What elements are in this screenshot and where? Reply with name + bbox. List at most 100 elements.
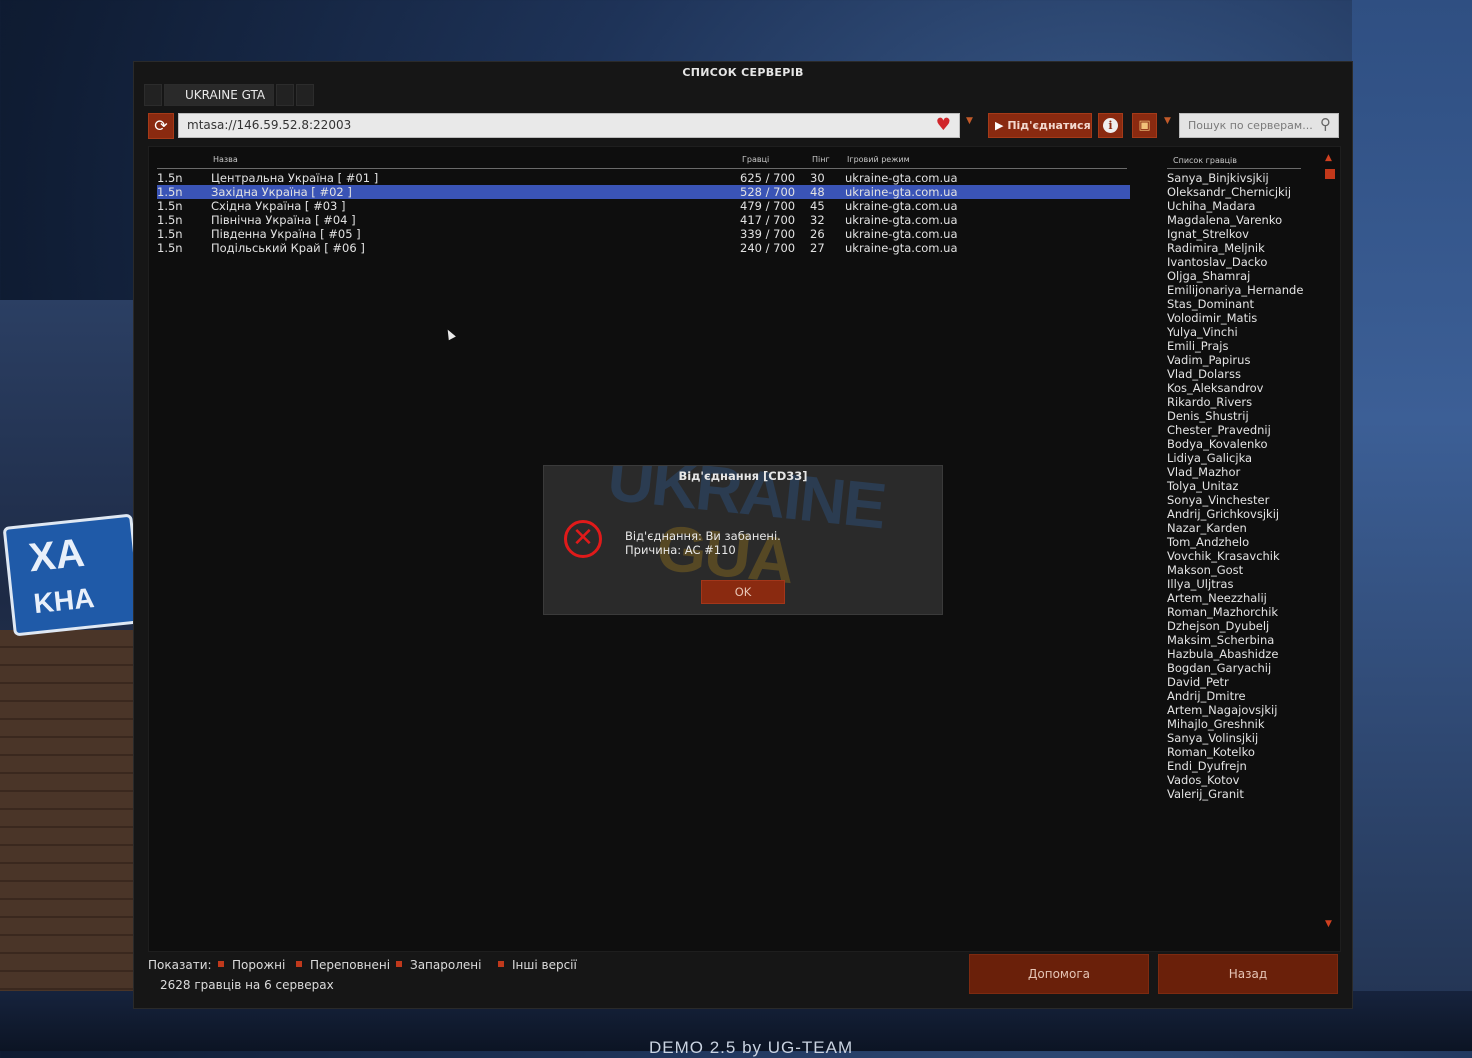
search-icon[interactable]: ⚲ (1320, 116, 1331, 133)
row-version: 1.5n (157, 171, 183, 185)
dialog-title: Від'єднання [CD33] (678, 469, 808, 483)
filter-checkbox-full[interactable] (296, 961, 302, 967)
tab-right-spacer-2[interactable] (296, 84, 315, 106)
row-version: 1.5n (157, 185, 183, 199)
row-ping: 32 (810, 213, 825, 227)
header-divider (157, 168, 1127, 169)
heart-icon[interactable]: ♥ (936, 116, 951, 135)
list-item: Vados_Kotov (1167, 773, 1240, 787)
row-ping: 30 (810, 171, 825, 185)
list-item: Bogdan_Garyachij (1167, 661, 1272, 675)
list-item: Vadim_Papirus (1167, 353, 1251, 367)
column-header-name[interactable]: Назва (213, 155, 238, 164)
list-item: Tom_Andzhelo (1167, 535, 1250, 549)
players-list-header: Список гравців (1173, 156, 1237, 165)
row-players: 528 / 700 (740, 185, 796, 199)
list-item: Magdalena_Varenko (1167, 213, 1283, 227)
dialog-message-line2: Причина: AC #110 (625, 543, 736, 557)
list-item: Andrij_Grichkovsjkij (1167, 507, 1280, 521)
info-button[interactable]: i (1098, 113, 1123, 138)
row-gamemode: ukraine-gta.com.ua (845, 227, 958, 241)
row-ping: 27 (810, 241, 825, 255)
table-row[interactable]: 1.5n Подільський Край [ #06 ] 240 / 700 27 u… (157, 241, 1130, 255)
row-gamemode: ukraine-gta.com.ua (845, 185, 958, 199)
ok-button[interactable]: OK (701, 580, 785, 604)
list-item: Chester_Pravednij (1167, 423, 1271, 437)
table-row[interactable]: 1.5n Східна Україна [ #03 ] 479 / 700 45 ukr… (157, 199, 1130, 213)
list-item: Yulya_Vinchi (1167, 325, 1238, 339)
show-label: Показати: (148, 958, 212, 972)
table-row[interactable]: 1.5n Південна Україна [ #05 ] 339 / 700 26 u… (157, 227, 1130, 241)
filter-locked-label[interactable]: Запаролені (410, 958, 481, 972)
table-row[interactable]: 1.5n Центральна Україна [ #01 ] 625 / 700 3… (157, 171, 1130, 185)
player-count-status: 2628 гравців на 6 серверах (160, 978, 334, 992)
list-item: Dzhejson_Dyubelj (1167, 619, 1270, 633)
tab-ukraine-gta[interactable]: UKRAINE GTA (164, 84, 275, 106)
back-button[interactable]: Назад (1158, 954, 1338, 994)
host-dropdown-arrow-icon[interactable]: ▼ (1164, 116, 1171, 126)
table-row[interactable]: 1.5n Західна Україна [ #02 ] 528 / 700 48 uk… (157, 185, 1130, 199)
column-header-ping[interactable]: Пінг (812, 155, 830, 164)
refresh-icon: ⟳ (154, 116, 168, 135)
row-gamemode: ukraine-gta.com.ua (845, 241, 958, 255)
help-button[interactable]: Допомога (969, 954, 1149, 994)
row-version: 1.5n (157, 199, 183, 213)
list-item: Uchiha_Madara (1167, 199, 1256, 213)
filter-checkbox-other-versions[interactable] (498, 961, 504, 967)
list-item: Tolya_Unitaz (1167, 479, 1239, 493)
list-item: Emili_Prajs (1167, 339, 1229, 353)
filter-full-label[interactable]: Переповнені (310, 958, 390, 972)
row-players: 479 / 700 (740, 199, 796, 213)
players-header-divider (1167, 168, 1301, 169)
tab-right-spacer-1[interactable] (276, 84, 295, 106)
row-gamemode: ukraine-gta.com.ua (845, 171, 958, 185)
row-gamemode: ukraine-gta.com.ua (845, 213, 958, 227)
players-scrollbar[interactable]: ▲ ▼ (1323, 151, 1337, 931)
list-item: Vovchik_Krasavchik (1167, 549, 1280, 563)
refresh-button[interactable]: ⟳ (148, 113, 174, 139)
list-item: Hazbula_Abashidze (1167, 647, 1279, 661)
row-players: 417 / 700 (740, 213, 796, 227)
list-item: Artem_Neezzhalij (1167, 591, 1267, 605)
list-item: Radimira_Meljnik (1167, 241, 1265, 255)
list-item: Valerij_Granit (1167, 787, 1244, 801)
scroll-thumb[interactable] (1325, 169, 1335, 179)
list-item: Maksim_Scherbina (1167, 633, 1275, 647)
error-x-icon: ✕ (564, 520, 602, 558)
address-field[interactable]: mtasa://146.59.52.8:22003 ♥ (178, 113, 960, 138)
column-header-players[interactable]: Гравці (742, 155, 769, 164)
list-item: Illya_Uljtras (1167, 577, 1234, 591)
window-title: СПИСОК СЕРВЕРІВ (682, 66, 804, 79)
list-item: Artem_Nagajovsjkij (1167, 703, 1278, 717)
scroll-up-arrow-icon[interactable]: ▲ (1325, 153, 1332, 163)
column-header-gamemode[interactable]: Ігровий режим (847, 155, 910, 164)
row-version: 1.5n (157, 213, 183, 227)
list-item: Volodimir_Matis (1167, 311, 1258, 325)
list-item: Sanya_Volinsjkij (1167, 731, 1259, 745)
connect-button[interactable]: ▶ Під'єднатися (988, 113, 1092, 138)
row-ping: 26 (810, 227, 825, 241)
table-row[interactable]: 1.5n Північна Україна [ #04 ] 417 / 700 32 u… (157, 213, 1130, 227)
filter-checkbox-empty[interactable] (218, 961, 224, 967)
demo-version-text: DEMO 2.5 by UG-TEAM (649, 1038, 854, 1057)
filter-empty-label[interactable]: Порожні (232, 958, 285, 972)
list-item: Vlad_Mazhor (1167, 465, 1241, 479)
list-item: Mihajlo_Greshnik (1167, 717, 1265, 731)
filter-other-versions-label[interactable]: Інші версії (512, 958, 577, 972)
row-name: Центральна Україна [ #01 ] (211, 171, 379, 185)
tab-left-spacer[interactable] (144, 84, 162, 106)
address-dropdown-arrow-icon[interactable]: ▼ (966, 116, 973, 126)
list-item: Rikardo_Rivers (1167, 395, 1253, 409)
list-item: Roman_Mazhorchik (1167, 605, 1279, 619)
dialog-message-line1: Від'єднання: Ви забанені. (625, 529, 781, 543)
road-sign-text-bottom: KHA (32, 581, 96, 620)
filter-checkbox-locked[interactable] (396, 961, 402, 967)
row-name: Західна Україна [ #02 ] (211, 185, 352, 199)
row-players: 339 / 700 (740, 227, 796, 241)
row-version: 1.5n (157, 227, 183, 241)
scroll-down-arrow-icon[interactable]: ▼ (1325, 919, 1332, 929)
list-item: Bodya_Kovalenko (1167, 437, 1268, 451)
host-game-button[interactable]: ▣ (1132, 113, 1157, 138)
search-input[interactable]: Пошук по серверам... (1179, 113, 1339, 138)
host-game-icon: ▣ (1138, 118, 1151, 133)
